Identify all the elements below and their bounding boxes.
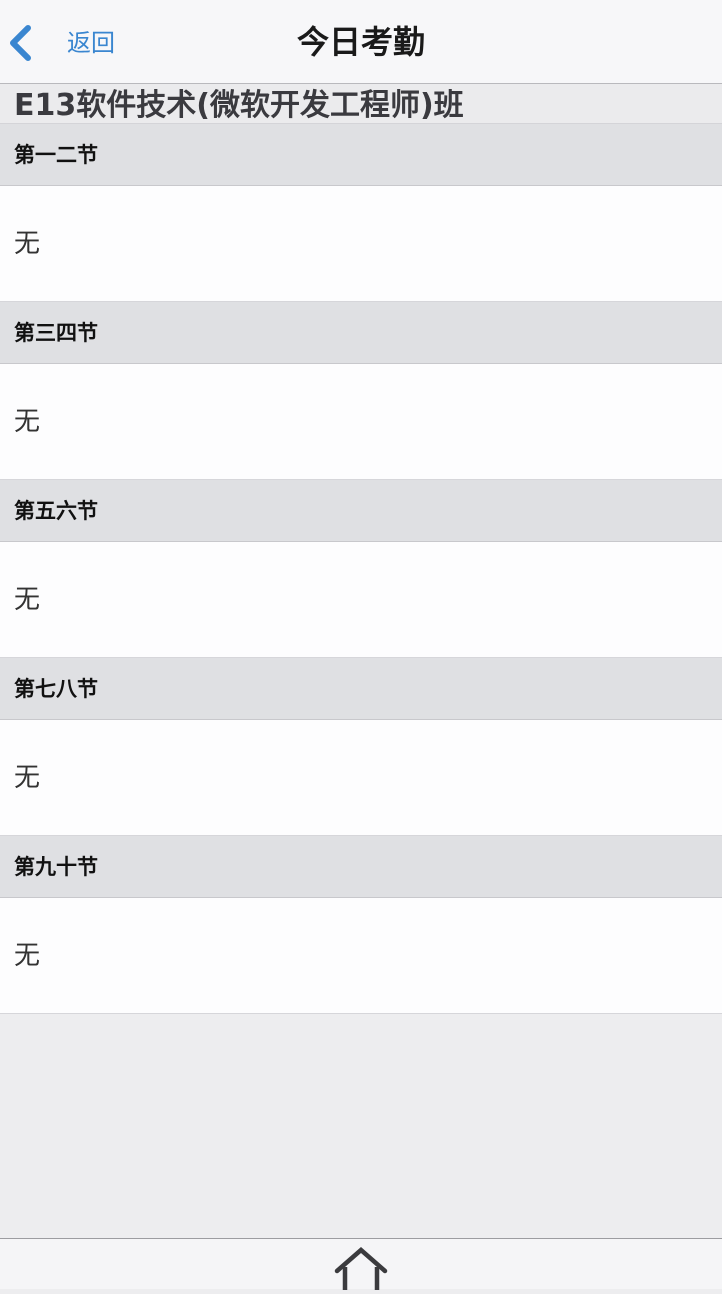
attendance-value: 无 (14, 407, 41, 437)
home-icon (334, 1247, 388, 1290)
section-content: 无 (0, 898, 722, 1014)
section-heading: 第一二节 (14, 143, 98, 167)
attendance-value: 无 (14, 763, 41, 793)
section-header: 第三四节 (0, 302, 722, 364)
period-section-9-10: 第九十节 无 (0, 836, 722, 1014)
class-name: E13软件技术(微软开发工程师)班 (14, 88, 464, 123)
section-heading: 第五六节 (14, 499, 98, 523)
section-header: 第七八节 (0, 658, 722, 720)
back-button[interactable]: 返回 (0, 0, 140, 84)
section-heading: 第九十节 (14, 855, 98, 879)
section-header: 第一二节 (0, 124, 722, 186)
section-heading: 第三四节 (14, 321, 98, 345)
section-header: 第五六节 (0, 480, 722, 542)
attendance-value: 无 (14, 229, 41, 259)
period-section-1-2: 第一二节 无 (0, 124, 722, 302)
period-section-7-8: 第七八节 无 (0, 658, 722, 836)
attendance-value: 无 (14, 941, 41, 971)
bottom-toolbar (0, 1238, 722, 1290)
section-content: 无 (0, 364, 722, 480)
chevron-left-icon (10, 25, 31, 61)
section-header: 第九十节 (0, 836, 722, 898)
section-content: 无 (0, 186, 722, 302)
back-button-label[interactable]: 返回 (67, 29, 115, 57)
class-name-header: E13软件技术(微软开发工程师)班 (0, 84, 722, 124)
navigation-bar: 返回 今日考勤 (0, 0, 722, 84)
section-content: 无 (0, 542, 722, 658)
period-section-5-6: 第五六节 无 (0, 480, 722, 658)
section-heading: 第七八节 (14, 677, 98, 701)
section-content: 无 (0, 720, 722, 836)
home-button[interactable] (333, 1247, 389, 1290)
attendance-value: 无 (14, 585, 41, 615)
period-section-3-4: 第三四节 无 (0, 302, 722, 480)
